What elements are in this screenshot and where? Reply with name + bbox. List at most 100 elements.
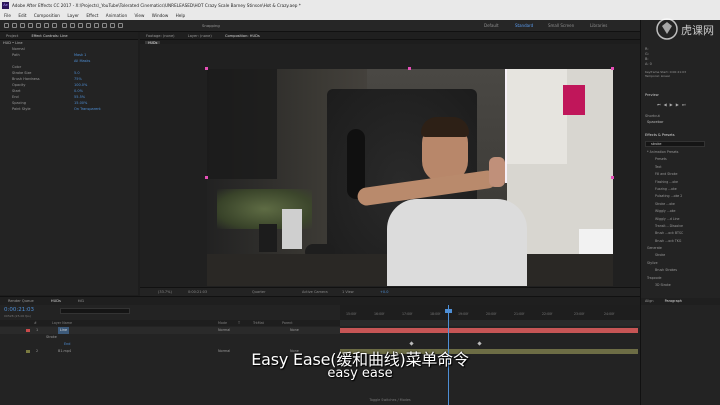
- property-value[interactable]: On Transparent: [74, 106, 101, 112]
- effects-tree-item[interactable]: Generate: [645, 245, 720, 252]
- tab-composition[interactable]: Composition: HUDs: [225, 34, 260, 38]
- menu-file[interactable]: File: [4, 13, 11, 18]
- effects-tree-item[interactable]: Brush ...ock TKG: [645, 238, 720, 245]
- effects-tree-item[interactable]: Text: [645, 164, 720, 171]
- handle-mr[interactable]: [611, 176, 614, 179]
- effects-tree-item[interactable]: Presets: [645, 156, 720, 163]
- effects-tree-item[interactable]: Flashing ...oke: [645, 179, 720, 186]
- handle-ml[interactable]: [205, 176, 208, 179]
- home-tool-icon[interactable]: [4, 23, 9, 28]
- tab-effect-controls[interactable]: Effect Controls: Line: [31, 34, 67, 38]
- ruler-tick: 23:00f: [574, 312, 585, 316]
- viewer-controls: (33.7%) 0:00:21:03 Quarter Active Camera…: [140, 287, 640, 296]
- effects-tree-item[interactable]: Stroke ...oke: [645, 201, 720, 208]
- col-layer-name[interactable]: Layer Name: [52, 320, 72, 326]
- tab-render-queue[interactable]: Render Queue: [8, 299, 34, 303]
- menu-effect[interactable]: Effect: [86, 13, 98, 18]
- clone-stamp-tool-icon[interactable]: [94, 23, 99, 28]
- tab-ttl1[interactable]: ttl1: [78, 299, 84, 303]
- effects-tree-item[interactable]: Brush ...ock BTSC: [645, 230, 720, 237]
- tab-layer[interactable]: Layer: (none): [188, 34, 212, 38]
- playhead-handle[interactable]: [445, 309, 452, 313]
- label-color[interactable]: [26, 329, 30, 332]
- frame-info: 00528 (25.00 fps): [4, 314, 31, 318]
- timeline-timecode[interactable]: 0:00:21:03: [4, 307, 34, 313]
- preview-title: Preview: [645, 93, 659, 97]
- menu-help[interactable]: Help: [176, 13, 186, 18]
- menu-layer[interactable]: Layer: [67, 13, 79, 18]
- tab-footage[interactable]: Footage: (none): [146, 34, 175, 38]
- brush-tool-icon[interactable]: [86, 23, 91, 28]
- layer-mode[interactable]: Normal: [218, 327, 230, 334]
- menu-edit[interactable]: Edit: [18, 13, 26, 18]
- property-label: Paint Style: [12, 107, 31, 111]
- effects-tree-item[interactable]: Stroke: [645, 252, 720, 259]
- effects-tree-item[interactable]: Transit... Dissolve: [645, 223, 720, 230]
- eraser-tool-icon[interactable]: [102, 23, 107, 28]
- handle-tl[interactable]: [205, 67, 208, 70]
- layer-row[interactable]: Stroke: [0, 334, 340, 341]
- workspace-default[interactable]: Default: [484, 23, 499, 28]
- playback-controls[interactable]: ⏮◀▶▶⏭: [657, 102, 688, 107]
- exposure-value[interactable]: +0.0: [380, 288, 389, 296]
- hand-tool-icon[interactable]: [20, 23, 25, 28]
- effect-property-row[interactable]: Paint Style On Transparent: [0, 106, 138, 112]
- effects-tree-item[interactable]: Fuzzing ...oke: [645, 186, 720, 193]
- effects-tree-item[interactable]: Wiggly ...d Line: [645, 216, 720, 223]
- col-trkmat: TrkMat: [253, 321, 264, 325]
- effects-tree-item[interactable]: Stylize: [645, 260, 720, 267]
- tab-project[interactable]: Project: [6, 34, 18, 38]
- camera-tool-icon[interactable]: [44, 23, 49, 28]
- effect-properties: Normal Path Mask 1 All Masks Color Stroke Siz…: [0, 46, 138, 112]
- views-dropdown[interactable]: 1 View: [342, 288, 354, 296]
- menu-window[interactable]: Window: [152, 13, 169, 18]
- effects-tree-item[interactable]: Trapcode: [645, 275, 720, 282]
- col-number: #: [34, 321, 37, 325]
- effects-search-input[interactable]: stroke: [645, 141, 705, 147]
- effects-tree-item[interactable]: Brush Strokes: [645, 267, 720, 274]
- timeline-search-input[interactable]: [60, 308, 130, 314]
- zoom-dropdown[interactable]: (33.7%): [158, 288, 172, 296]
- zoom-tool-icon[interactable]: [28, 23, 33, 28]
- toggle-switches-modes[interactable]: Toggle Switches / Modes: [140, 396, 640, 405]
- effects-tree-item[interactable]: 3D Stroke: [645, 282, 720, 289]
- effects-tree-item[interactable]: Wiggly ...oke: [645, 208, 720, 215]
- layer-name[interactable]: Line: [58, 327, 70, 334]
- layer-parent[interactable]: None: [290, 327, 299, 334]
- col-t: T: [238, 321, 241, 325]
- roto-brush-tool-icon[interactable]: [110, 23, 115, 28]
- camera-dropdown[interactable]: Active Camera: [302, 288, 328, 296]
- handle-tr[interactable]: [611, 67, 614, 70]
- selection-tool-icon[interactable]: [12, 23, 17, 28]
- workspace-standard[interactable]: Standard: [515, 23, 533, 28]
- tab-paragraph[interactable]: Paragraph: [665, 299, 682, 303]
- resolution-dropdown[interactable]: Quarter: [252, 288, 266, 296]
- menu-composition[interactable]: Composition: [34, 13, 60, 18]
- pan-behind-tool-icon[interactable]: [52, 23, 57, 28]
- layer-row[interactable]: 1 Line Normal None: [0, 327, 340, 334]
- rectangle-tool-icon[interactable]: [62, 23, 67, 28]
- effects-tree-item[interactable]: * Animation Presets: [645, 149, 720, 156]
- handle-tc[interactable]: [408, 67, 411, 70]
- align-tabs: Align Paragraph: [641, 298, 720, 305]
- current-time-display[interactable]: 0:00:21:03: [188, 288, 207, 296]
- type-tool-icon[interactable]: [78, 23, 83, 28]
- work-area-bar[interactable]: [340, 320, 640, 326]
- tab-huds[interactable]: HUDs: [51, 299, 61, 303]
- layer-bar-line[interactable]: [340, 328, 638, 333]
- rotate-tool-icon[interactable]: [36, 23, 41, 28]
- pen-tool-icon[interactable]: [70, 23, 75, 28]
- effects-tree-item[interactable]: Fill and Stroke: [645, 171, 720, 178]
- workspace-libraries[interactable]: Libraries: [590, 23, 607, 28]
- menu-animation[interactable]: Animation: [106, 13, 127, 18]
- effects-tree-item[interactable]: Pulsating ...oke 2: [645, 193, 720, 200]
- snapping-label[interactable]: Snapping: [202, 23, 220, 28]
- shortcut-dropdown[interactable]: Spacebar: [647, 119, 663, 125]
- tab-align[interactable]: Align: [645, 299, 654, 303]
- workspace-small-screen[interactable]: Small Screen: [548, 23, 574, 28]
- puppet-tool-icon[interactable]: [118, 23, 123, 28]
- effect-name[interactable]: Stroke: [46, 334, 57, 341]
- time-ruler[interactable]: 15:00f 16:00f 17:00f 18:00f 19:00f 20:00…: [340, 305, 640, 320]
- video-frame[interactable]: [207, 69, 613, 286]
- menu-view[interactable]: View: [134, 13, 144, 18]
